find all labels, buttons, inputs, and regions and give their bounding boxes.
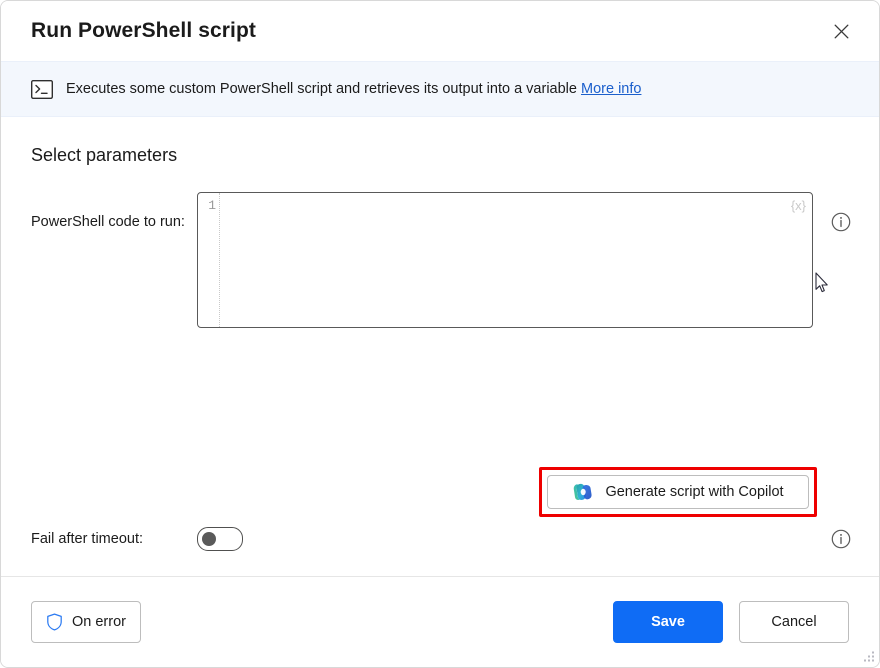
dialog-footer: On error Save Cancel (1, 576, 879, 667)
powershell-code-label: PowerShell code to run: (31, 192, 197, 230)
fail-after-timeout-info-icon[interactable] (831, 529, 851, 549)
save-button[interactable]: Save (613, 601, 723, 643)
copilot-button-highlight: Generate script with Copilot (539, 467, 817, 517)
dialog-titlebar: Run PowerShell script (1, 1, 879, 61)
description-banner: Executes some custom PowerShell script a… (1, 61, 879, 117)
close-button[interactable] (821, 13, 861, 49)
shield-icon (46, 613, 63, 631)
powershell-code-editor[interactable]: 1 {x} (197, 192, 813, 328)
description-text: Executes some custom PowerShell script a… (66, 81, 577, 97)
editor-gutter (198, 193, 220, 327)
powershell-code-input[interactable] (221, 197, 788, 325)
run-powershell-script-dialog: Run PowerShell script Executes some cust… (0, 0, 880, 668)
dialog-body: Select parameters PowerShell code to run… (1, 117, 879, 576)
fail-after-timeout-label: Fail after timeout: (31, 531, 197, 547)
on-error-button-label: On error (72, 614, 126, 630)
close-icon (834, 24, 849, 39)
on-error-button[interactable]: On error (31, 601, 141, 643)
toggle-thumb (202, 532, 216, 546)
insert-variable-icon[interactable]: {x} (791, 198, 806, 213)
dialog-title: Run PowerShell script (31, 19, 821, 43)
cancel-button[interactable]: Cancel (739, 601, 849, 643)
fail-after-timeout-row: Fail after timeout: (31, 527, 851, 551)
powershell-code-info-icon[interactable] (831, 212, 851, 232)
console-icon (31, 80, 53, 99)
generate-script-with-copilot-button[interactable]: Generate script with Copilot (547, 475, 809, 509)
resize-grip[interactable] (861, 650, 875, 664)
section-title: Select parameters (31, 145, 849, 166)
description-text-container: Executes some custom PowerShell script a… (66, 80, 641, 99)
more-info-link[interactable]: More info (581, 81, 641, 97)
editor-line-number: 1 (198, 198, 216, 213)
powershell-code-row: PowerShell code to run: 1 {x} (31, 192, 849, 328)
footer-actions: Save Cancel (613, 601, 849, 643)
fail-after-timeout-toggle[interactable] (197, 527, 243, 551)
copilot-button-label: Generate script with Copilot (605, 484, 783, 500)
copilot-icon (572, 481, 594, 503)
